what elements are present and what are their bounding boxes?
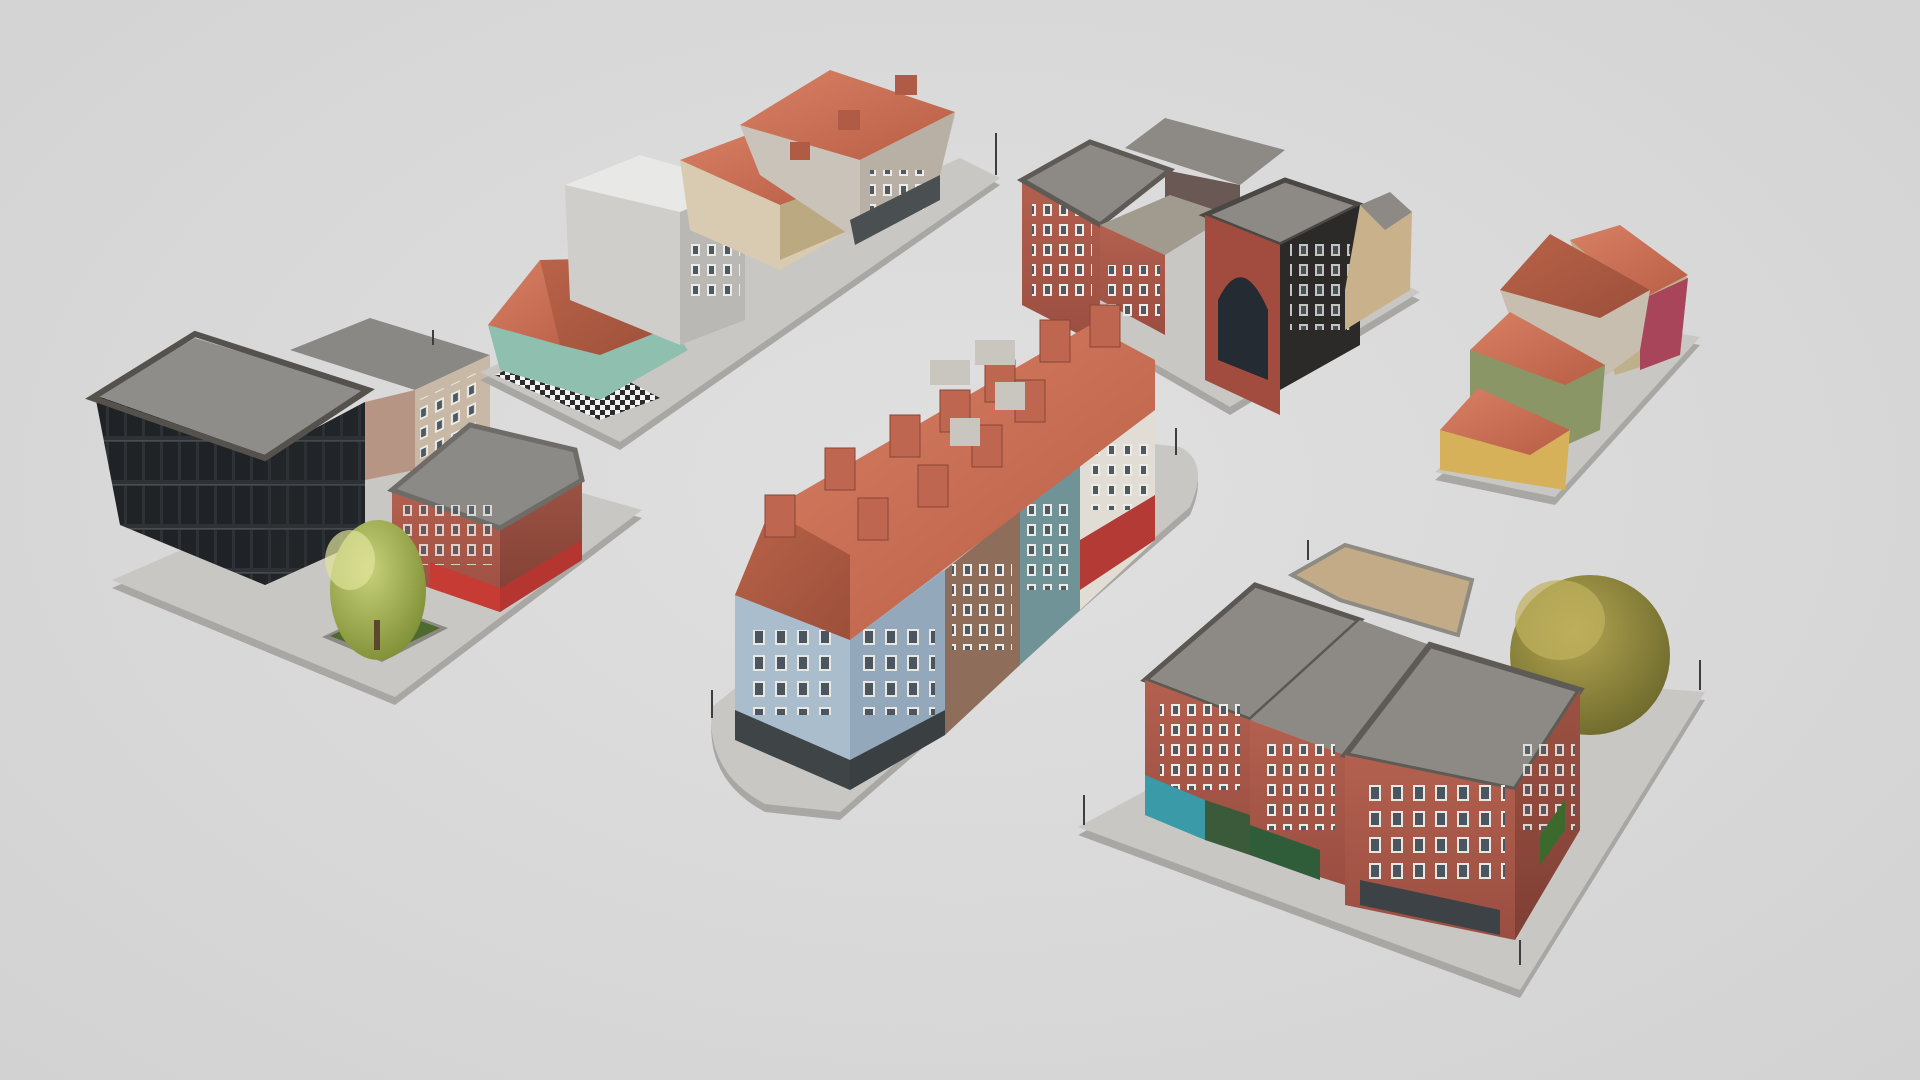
small-houses-block xyxy=(1435,225,1700,505)
brick-corner-block xyxy=(1078,542,1705,998)
scene-canvas xyxy=(85,70,1705,998)
curved-terrace-block xyxy=(711,304,1198,820)
terraced-houses-row xyxy=(480,70,1000,450)
city-blocks-scene xyxy=(0,0,1920,1080)
